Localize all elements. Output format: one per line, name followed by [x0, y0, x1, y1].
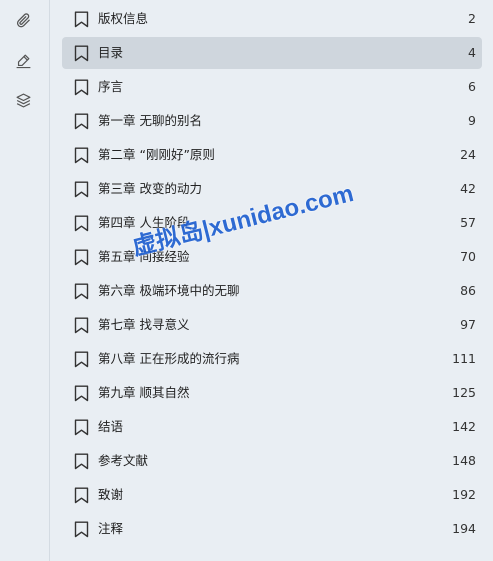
- bookmark-icon[interactable]: [74, 521, 89, 538]
- toc-item[interactable]: 序言 6: [62, 71, 482, 103]
- toc-item-title: 结语: [98, 419, 124, 434]
- bookmark-icon[interactable]: [74, 317, 89, 334]
- toc-item-title: 注释: [98, 521, 124, 536]
- bookmark-icon[interactable]: [74, 283, 89, 300]
- toc-item[interactable]: 参考文献 148: [62, 445, 482, 477]
- toc-item-page: 42: [460, 181, 476, 196]
- toc-item[interactable]: 注释 194: [62, 513, 482, 545]
- toc-item-title: 第一章 无聊的别名: [98, 113, 202, 128]
- layers-icon: [16, 93, 30, 107]
- toc-item-page: 9: [468, 113, 476, 128]
- toc-item[interactable]: 第九章 顺其自然 125: [62, 377, 482, 409]
- bookmark-icon[interactable]: [74, 79, 89, 96]
- toc-item-title: 第九章 顺其自然: [98, 385, 190, 400]
- toc-item-page: 4: [468, 45, 476, 60]
- toc-item-page: 148: [452, 453, 476, 468]
- toc-item[interactable]: 第二章 “刚刚好”原则 24: [62, 139, 482, 171]
- reader-app: 版权信息 2 目录 4 序言 6 第一章 无聊的别名 9 第二章 “刚刚好”原则 24 第三章 改变…: [0, 0, 493, 561]
- toc-item[interactable]: 第四章 人生阶段 57: [62, 207, 482, 239]
- toc-item-title: 第八章 正在形成的流行病: [98, 351, 240, 366]
- toc-item[interactable]: 第八章 正在形成的流行病 111: [62, 343, 482, 375]
- toc-item-page: 86: [460, 283, 476, 298]
- toc-item-title: 第三章 改变的动力: [98, 181, 202, 196]
- toc-item[interactable]: 第三章 改变的动力 42: [62, 173, 482, 205]
- bookmark-icon[interactable]: [74, 113, 89, 130]
- bookmark-icon[interactable]: [74, 181, 89, 198]
- toc-item-title: 第五章 间接经验: [98, 249, 190, 264]
- pen-icon: [16, 54, 30, 68]
- bookmark-icon[interactable]: [74, 385, 89, 402]
- toc-item[interactable]: 第五章 间接经验 70: [62, 241, 482, 273]
- toc-item-title: 第四章 人生阶段: [98, 215, 190, 230]
- toc-item-page: 70: [460, 249, 476, 264]
- toc-item-page: 24: [460, 147, 476, 162]
- toc-item-page: 111: [452, 351, 476, 366]
- toc-item[interactable]: 第一章 无聊的别名 9: [62, 105, 482, 137]
- toc-item-page: 142: [452, 419, 476, 434]
- toc-item[interactable]: 结语 142: [62, 411, 482, 443]
- toc-item-page: 2: [468, 11, 476, 26]
- toc-item-title: 参考文献: [98, 453, 149, 468]
- layers-button[interactable]: [12, 89, 34, 111]
- toc-item-page: 125: [452, 385, 476, 400]
- toc-item-title: 序言: [98, 79, 124, 94]
- toc-item-title: 版权信息: [98, 11, 149, 26]
- annotate-button[interactable]: [12, 49, 34, 71]
- attachment-icon: [16, 12, 30, 27]
- bookmark-icon[interactable]: [74, 147, 89, 164]
- toc-item-title: 第七章 找寻意义: [98, 317, 190, 332]
- toc-item-title: 目录: [98, 45, 124, 60]
- bookmark-icon[interactable]: [74, 215, 89, 232]
- toc-item[interactable]: 致谢 192: [62, 479, 482, 511]
- toc-item[interactable]: 第七章 找寻意义 97: [62, 309, 482, 341]
- toc-item-page: 6: [468, 79, 476, 94]
- toc-item[interactable]: 第六章 极端环境中的无聊 86: [62, 275, 482, 307]
- toc-item-title: 致谢: [98, 487, 124, 502]
- table-of-contents: 版权信息 2 目录 4 序言 6 第一章 无聊的别名 9 第二章 “刚刚好”原则 24 第三章 改变…: [50, 0, 493, 561]
- toc-item[interactable]: 目录 4: [62, 37, 482, 69]
- left-toolbar: [0, 0, 50, 561]
- toc-item[interactable]: 版权信息 2: [62, 3, 482, 35]
- bookmark-icon[interactable]: [74, 453, 89, 470]
- bookmark-icon[interactable]: [74, 351, 89, 368]
- bookmark-icon[interactable]: [74, 249, 89, 266]
- bookmark-icon[interactable]: [74, 487, 89, 504]
- bookmark-icon[interactable]: [74, 419, 89, 436]
- toc-item-page: 97: [460, 317, 476, 332]
- bookmark-icon[interactable]: [74, 11, 89, 28]
- toc-item-title: 第六章 极端环境中的无聊: [98, 283, 240, 298]
- attachment-button[interactable]: [12, 9, 34, 31]
- bookmark-icon[interactable]: [74, 45, 89, 62]
- toc-item-page: 192: [452, 487, 476, 502]
- toc-item-title: 第二章 “刚刚好”原则: [98, 147, 215, 162]
- toc-item-page: 57: [460, 215, 476, 230]
- toc-item-page: 194: [452, 521, 476, 536]
